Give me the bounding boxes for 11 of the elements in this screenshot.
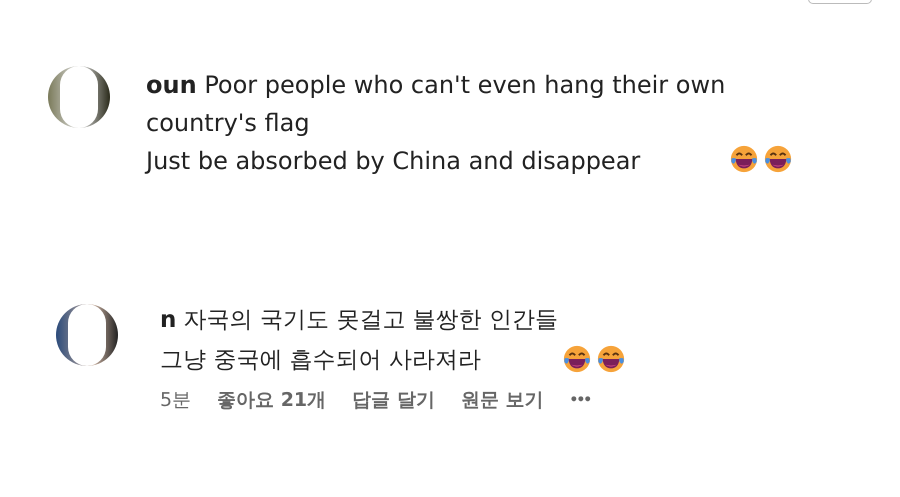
laughing-crying-emoji-icon (596, 344, 626, 374)
comment-text: n 자국의 국기도 못걸고 불쌍한 인간들 그냥 중국에 흡수되어 사라져라 (160, 306, 558, 375)
like-link[interactable]: 좋아요 21개 (217, 386, 326, 414)
more-options-link[interactable]: ••• (569, 390, 590, 411)
comment-text: oun Poor people who can't even hang their own country's flag Just be absorbed by China and disappear (146, 70, 726, 177)
laughing-crying-emoji-icon (729, 144, 760, 174)
action-link[interactable]: 답글 달기 (352, 386, 435, 414)
laughing-crying-emoji-icon (763, 144, 794, 174)
action-link[interactable]: 원문 보기 (460, 386, 544, 414)
timestamp: 5분 (160, 388, 192, 413)
laughing-crying-emoji-icon (562, 344, 592, 374)
